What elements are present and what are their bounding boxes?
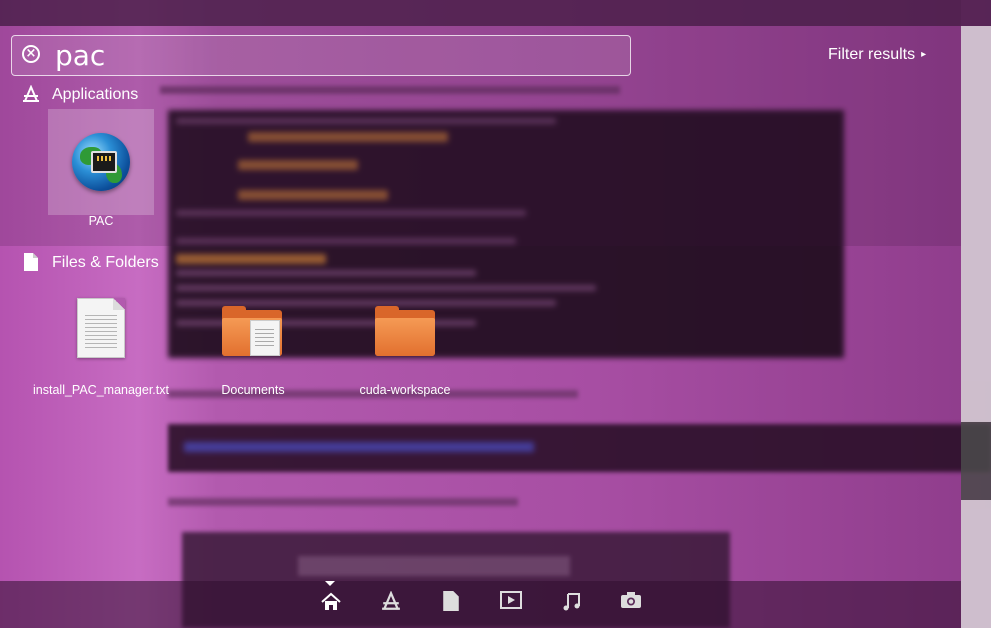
home-lens-button[interactable]: [318, 591, 344, 617]
applications-lens-button[interactable]: [378, 590, 404, 617]
folder-result-cuda-workspace[interactable]: cuda-workspace: [350, 290, 460, 400]
search-field[interactable]: × pac: [11, 35, 631, 76]
clear-search-icon[interactable]: ×: [22, 45, 40, 63]
filter-results-button[interactable]: Filter results ▸: [828, 46, 926, 64]
camera-icon: [621, 592, 641, 608]
video-icon: [500, 591, 522, 609]
triangle-right-icon: ▸: [921, 49, 927, 60]
file-result-label: Documents: [221, 383, 285, 397]
music-lens-button[interactable]: [558, 591, 584, 617]
home-icon: [321, 592, 341, 610]
video-lens-button[interactable]: [498, 591, 524, 617]
file-result-label: cuda-workspace: [359, 383, 451, 397]
music-icon: [563, 593, 580, 611]
active-lens-indicator: [325, 581, 335, 586]
applications-icon: [382, 590, 400, 610]
app-result-pac[interactable]: PAC: [48, 109, 154, 228]
files-lens-button[interactable]: [438, 591, 464, 617]
file-result-label: install_PAC_manager.txt: [33, 383, 169, 397]
applications-category-icon: [22, 84, 40, 107]
folder-icon: [375, 306, 435, 356]
search-query[interactable]: pac: [55, 39, 105, 72]
lens-bar: [0, 581, 961, 628]
applications-section-title: Applications: [52, 86, 139, 103]
file-result-install-pac-manager[interactable]: install_PAC_manager.txt: [30, 290, 172, 414]
background-scrollbar: [961, 26, 991, 628]
folder-result-documents[interactable]: Documents: [200, 290, 306, 400]
filter-results-label: Filter results: [828, 46, 916, 63]
dash-overlay: × pac Filter results ▸ Applications PAC F…: [0, 0, 961, 628]
files-section-title: Files & Folders: [52, 254, 159, 271]
files-icon: [443, 591, 459, 611]
network-globe-icon: [72, 133, 130, 191]
documents-folder-icon: [222, 306, 282, 356]
text-file-icon: [77, 298, 125, 358]
photos-lens-button[interactable]: [618, 591, 644, 617]
app-result-label: PAC: [88, 214, 114, 228]
files-category-icon: [24, 253, 38, 275]
